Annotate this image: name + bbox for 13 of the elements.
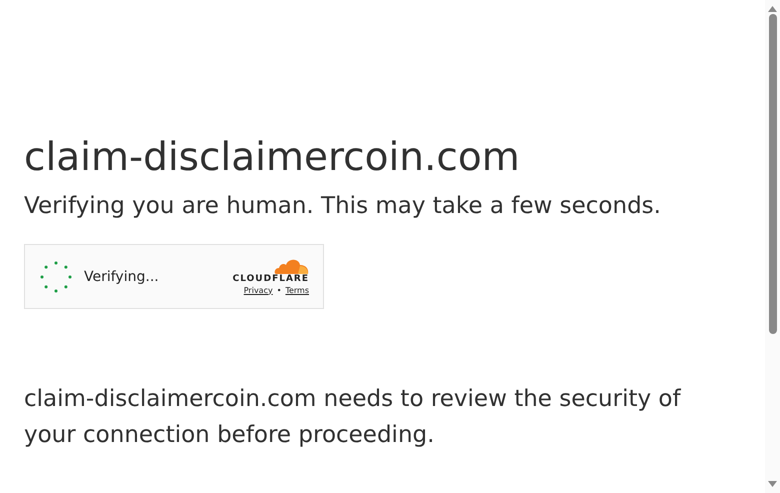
scrollbar-thumb[interactable] xyxy=(768,14,776,334)
scrollbar[interactable] xyxy=(765,0,780,493)
verifying-status: Verifying... xyxy=(84,268,160,284)
scroll-down-icon[interactable] xyxy=(768,481,777,487)
site-domain: claim-disclaimercoin.com xyxy=(24,134,521,182)
link-separator: • xyxy=(276,284,282,296)
privacy-link[interactable]: Privacy xyxy=(244,284,273,296)
security-message: claim-disclaimercoin.com needs to review the security of your connection before proceeding. xyxy=(24,385,682,450)
brand-wordmark: CLOUDFLARE xyxy=(232,274,309,284)
scroll-up-icon[interactable] xyxy=(768,6,777,12)
terms-link[interactable]: Terms xyxy=(285,284,309,296)
verification-subtitle: Verifying you are human. This may take a few seconds. xyxy=(24,192,662,221)
spinner-icon xyxy=(40,260,72,292)
